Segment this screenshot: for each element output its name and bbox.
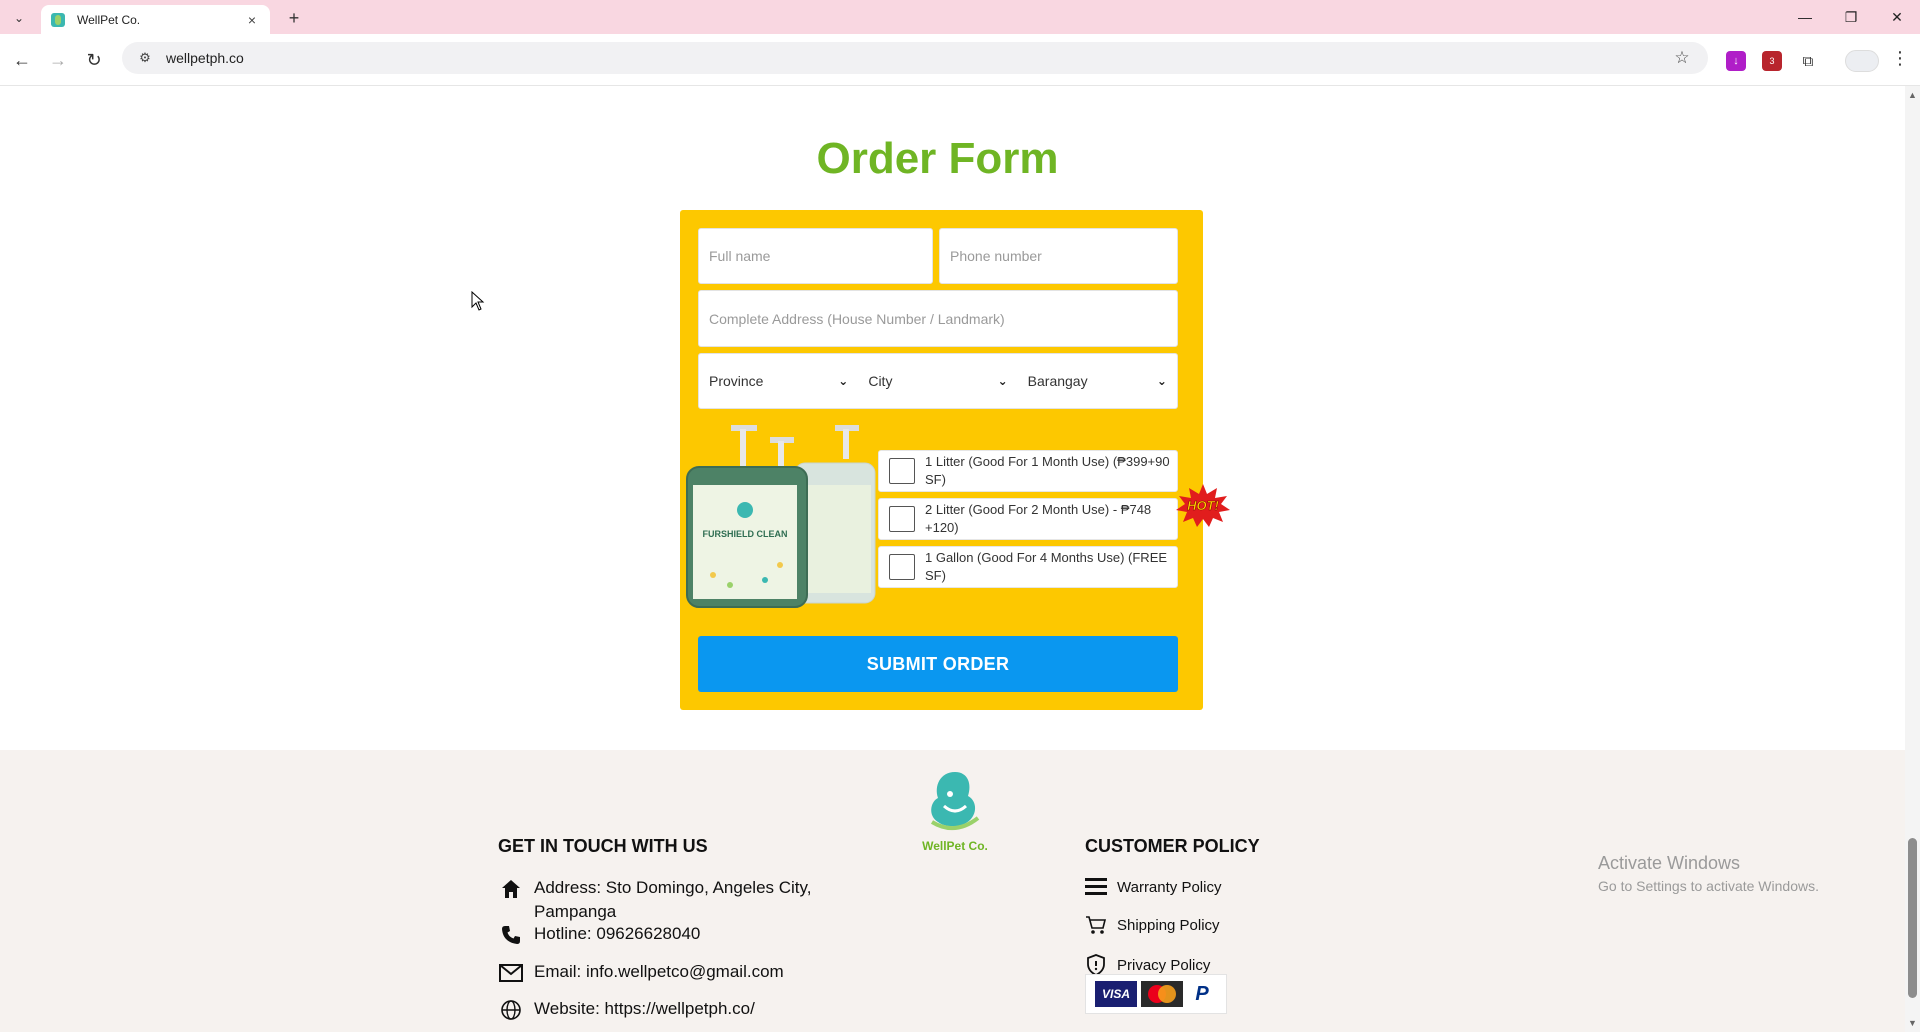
submit-order-button[interactable]: SUBMIT ORDER — [698, 636, 1178, 692]
cart-icon — [1085, 914, 1107, 936]
download-extension-icon[interactable]: ↓ — [1726, 51, 1746, 71]
address-text: Address: Sto Domingo, Angeles City, Pamp… — [534, 878, 812, 921]
hotline-text[interactable]: Hotline: 09626628040 — [534, 922, 700, 946]
option-1-label: 1 Litter (Good For 1 Month Use) (₱399+90… — [925, 454, 1170, 487]
barangay-select[interactable]: Barangay ⌄ — [1018, 354, 1177, 408]
shield-extension-icon[interactable]: 3 — [1762, 51, 1782, 71]
mail-icon — [498, 960, 524, 986]
new-tab-button[interactable]: + — [284, 8, 304, 28]
hot-badge-icon: HOT! — [1176, 484, 1230, 527]
restore-icon[interactable]: ❐ — [1836, 6, 1866, 28]
bookmark-star-icon[interactable]: ☆ — [1670, 48, 1694, 68]
order-form-card: Province ⌄ City ⌄ Barangay ⌄ FU — [680, 210, 1230, 710]
page-scrollbar[interactable]: ▲ ▼ — [1905, 86, 1920, 1032]
back-icon[interactable]: ← — [10, 48, 34, 72]
shipping-policy-label[interactable]: Shipping Policy — [1117, 917, 1220, 934]
activate-windows-subtitle: Go to Settings to activate Windows. — [1598, 878, 1819, 894]
chevron-down-icon: ⌄ — [1156, 374, 1167, 388]
url-text[interactable]: wellpetph.co — [166, 50, 1670, 66]
shipping-policy-link[interactable]: Shipping Policy — [1085, 914, 1220, 936]
mouse-cursor-icon — [471, 291, 485, 311]
order-form-title: Order Form — [816, 134, 1059, 183]
activate-windows-watermark: Activate Windows Go to Settings to activ… — [1598, 853, 1819, 894]
shield-icon — [1085, 954, 1107, 976]
paypal-icon: P — [1195, 982, 1209, 1005]
site-favicon-icon — [51, 12, 65, 27]
privacy-policy-link[interactable]: Privacy Policy — [1085, 954, 1210, 976]
province-label: Province — [709, 373, 764, 389]
reload-icon[interactable]: ↻ — [82, 48, 106, 72]
scroll-up-icon[interactable]: ▲ — [1908, 90, 1917, 100]
tab-close-icon[interactable]: × — [244, 12, 260, 28]
profile-avatar[interactable] — [1845, 50, 1879, 72]
minimize-icon[interactable]: — — [1790, 6, 1820, 28]
tab-title: WellPet Co. — [77, 12, 141, 27]
website-text[interactable]: Website: https://wellpetph.co/ — [534, 997, 755, 1021]
hot-badge-text: HOT! — [1187, 498, 1219, 513]
full-name-input[interactable] — [709, 248, 922, 264]
scrollbar-thumb[interactable] — [1908, 838, 1917, 998]
option-2-label: 2 Litter (Good For 2 Month Use) - ₱748 +… — [925, 502, 1152, 535]
phone-icon — [498, 922, 524, 948]
contact-address: Address: Sto Domingo, Angeles City, Pamp… — [498, 876, 838, 924]
city-label: City — [868, 373, 893, 389]
address-input[interactable] — [709, 310, 1167, 327]
option-2-litter[interactable]: 2 Litter (Good For 2 Month Use) - ₱748 +… — [878, 498, 1178, 540]
logo-text: WellPet Co. — [922, 839, 988, 853]
mastercard-icon — [1141, 981, 1183, 1007]
privacy-policy-label[interactable]: Privacy Policy — [1117, 957, 1210, 974]
phone-input[interactable] — [950, 248, 1167, 264]
extension-badge: 3 — [1769, 56, 1775, 66]
location-selects: Province ⌄ City ⌄ Barangay ⌄ — [698, 353, 1178, 409]
product-label: FURSHIELD CLEAN — [703, 529, 788, 539]
option-1-gallon[interactable]: 1 Gallon (Good For 4 Months Use) (FREE S… — [878, 546, 1178, 588]
get-in-touch-heading: GET IN TOUCH WITH US — [498, 836, 708, 856]
address-field[interactable] — [698, 290, 1178, 347]
list-icon — [1085, 876, 1107, 898]
globe-icon — [498, 997, 524, 1023]
browser-tab[interactable]: WellPet Co. × — [41, 5, 270, 34]
option-1-checkbox[interactable] — [889, 458, 915, 484]
site-info-icon[interactable]: ⚙ — [134, 47, 156, 69]
payment-methods: VISA P — [1085, 974, 1227, 1014]
city-select[interactable]: City ⌄ — [858, 354, 1017, 408]
wellpet-logo[interactable]: WellPet Co. — [910, 766, 1000, 854]
contact-website: Website: https://wellpetph.co/ — [498, 997, 755, 1023]
browser-tab-bar: ⌄ WellPet Co. × + — ❐ ✕ — [0, 0, 1920, 34]
option-3-label: 1 Gallon (Good For 4 Months Use) (FREE S… — [925, 550, 1168, 583]
warranty-policy-link[interactable]: Warranty Policy — [1085, 876, 1221, 898]
barangay-label: Barangay — [1027, 373, 1088, 389]
customer-policy-heading: CUSTOMER POLICY — [1085, 836, 1260, 856]
browser-toolbar: ← → ↻ ⚙ wellpetph.co ☆ ↓ 3 ⧉ ⋮ — [0, 34, 1920, 86]
contact-hotline: Hotline: 09626628040 — [498, 922, 700, 948]
warranty-policy-label[interactable]: Warranty Policy — [1117, 879, 1221, 896]
email-text[interactable]: Email: info.wellpetco@gmail.com — [534, 960, 784, 984]
chevron-down-icon: ⌄ — [997, 374, 1008, 388]
option-3-checkbox[interactable] — [889, 554, 915, 580]
home-icon — [498, 876, 524, 902]
phone-field[interactable] — [939, 228, 1178, 284]
activate-windows-title: Activate Windows — [1598, 853, 1741, 873]
province-select[interactable]: Province ⌄ — [699, 354, 858, 408]
product-bottles-image: FURSHIELD CLEAN — [686, 425, 876, 608]
browser-menu-icon[interactable]: ⋮ — [1890, 48, 1910, 72]
option-1-litter[interactable]: 1 Litter (Good For 1 Month Use) (₱399+90… — [878, 450, 1178, 492]
full-name-field[interactable] — [698, 228, 933, 284]
extensions-puzzle-icon[interactable]: ⧉ — [1798, 51, 1818, 71]
scroll-down-icon[interactable]: ▼ — [1908, 1018, 1917, 1028]
address-bar[interactable]: ⚙ wellpetph.co ☆ — [122, 42, 1708, 74]
option-2-checkbox[interactable] — [889, 506, 915, 532]
window-close-icon[interactable]: ✕ — [1882, 6, 1912, 28]
forward-icon[interactable]: → — [46, 48, 70, 72]
contact-email: Email: info.wellpetco@gmail.com — [498, 960, 784, 986]
tab-search-chevron-icon[interactable]: ⌄ — [8, 8, 30, 28]
chevron-down-icon: ⌄ — [838, 374, 849, 388]
visa-icon: VISA — [1095, 981, 1137, 1007]
